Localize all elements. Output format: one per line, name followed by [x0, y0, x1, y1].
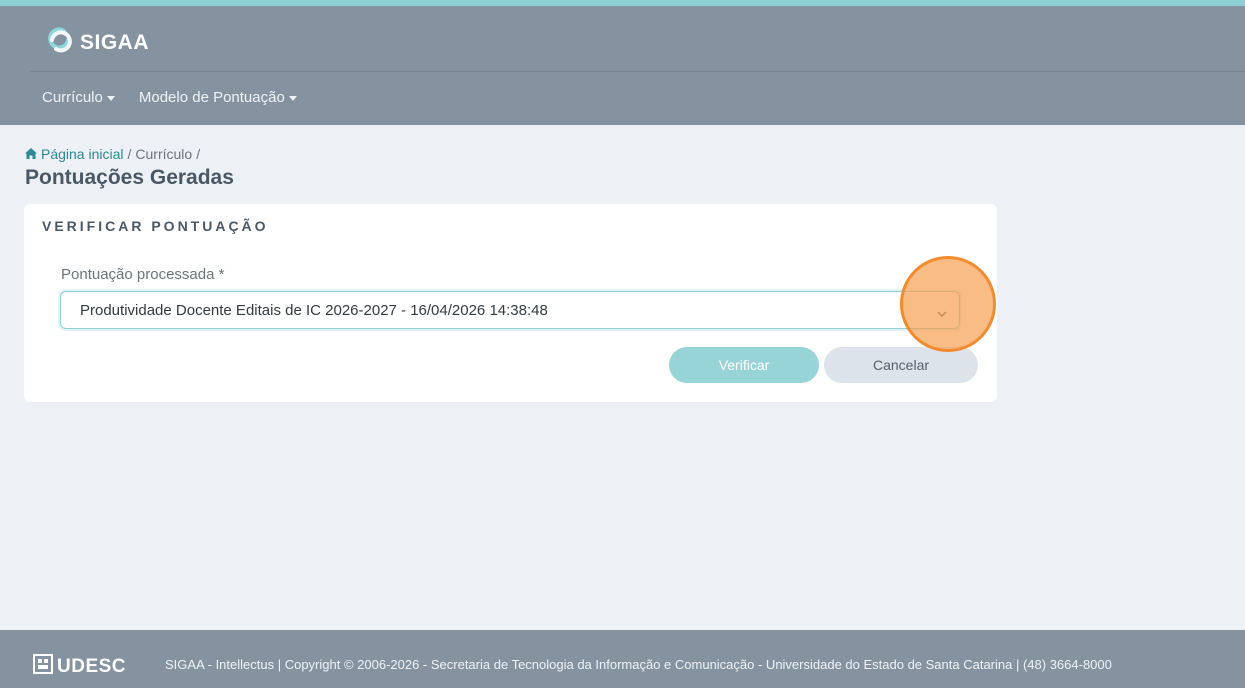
caret-down-icon [106, 96, 115, 101]
menu-curriculo[interactable]: Currículo [42, 89, 115, 106]
menu-modelo-pontuacao-label: Modelo de Pontuação [138, 89, 285, 106]
score-select-label: Pontuação processada * [61, 266, 225, 283]
score-select[interactable]: Produtividade Docente Editais de IC 2026… [60, 291, 960, 329]
breadcrumb-home-link[interactable]: Página inicial [41, 146, 124, 162]
breadcrumb-section: Currículo [135, 146, 193, 162]
score-select-value: Produtividade Docente Editais de IC 2026… [80, 302, 548, 319]
app-header: SIGAA Currículo Modelo de Pontuação [0, 6, 1245, 125]
chevron-down-icon[interactable] [937, 305, 947, 323]
menu-curriculo-label: Currículo [42, 89, 103, 106]
brand[interactable]: SIGAA [46, 26, 149, 59]
main-menu: Currículo Modelo de Pontuação [42, 89, 297, 106]
brand-name: SIGAA [80, 30, 150, 54]
udesc-logo: UDESC [33, 654, 126, 679]
breadcrumb-separator: / [196, 146, 201, 162]
home-icon [25, 146, 37, 162]
caret-down-icon [288, 96, 297, 101]
menu-modelo-pontuacao[interactable]: Modelo de Pontuação [139, 89, 297, 106]
udesc-logo-icon [33, 654, 53, 679]
page-title: Pontuações Geradas [25, 166, 234, 189]
cancel-button[interactable]: Cancelar [824, 347, 978, 383]
header-divider [30, 71, 1245, 72]
breadcrumb-separator: / [127, 146, 132, 162]
footer-text: SIGAA - Intellectus | Copyright © 2006-2… [165, 657, 1112, 672]
app-footer: UDESC SIGAA - Intellectus | Copyright © … [0, 630, 1245, 688]
verify-button[interactable]: Verificar [669, 347, 819, 383]
udesc-logo-text: UDESC [57, 655, 127, 677]
sigaa-logo-icon [46, 26, 74, 59]
verify-score-card: VERIFICAR PONTUAÇÃO Pontuação processada… [24, 204, 997, 402]
card-title: VERIFICAR PONTUAÇÃO [42, 218, 269, 234]
breadcrumb: Página inicial / Currículo / [25, 146, 200, 162]
